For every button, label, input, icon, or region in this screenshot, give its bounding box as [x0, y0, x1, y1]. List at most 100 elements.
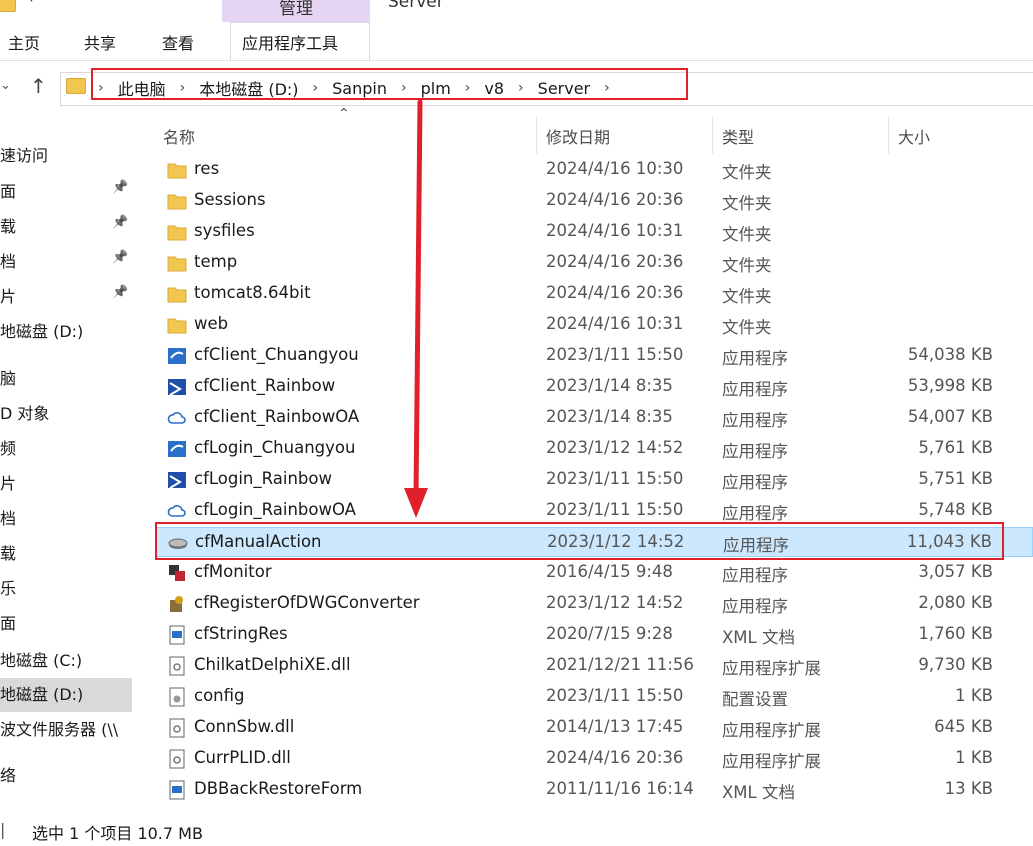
- sidebar-item-label: 地磁盘 (D:): [0, 685, 84, 704]
- file-row[interactable]: DBBackRestoreForm 2011/11/16 16:14 XML 文档 1…: [155, 775, 1033, 805]
- file-type: 文件夹: [722, 256, 772, 275]
- folder-icon: [167, 315, 187, 335]
- sidebar-item-label: 乐: [0, 579, 17, 598]
- file-row[interactable]: cfClient_Rainbow 2023/1/14 8:35 应用程序 53,998…: [155, 372, 1033, 402]
- sidebar-item-label: 载: [0, 217, 17, 236]
- file-type: 应用程序扩展: [722, 752, 821, 771]
- file-row[interactable]: ConnSbw.dll 2014/1/13 17:45 应用程序扩展 645 KB: [155, 713, 1033, 743]
- sidebar-item[interactable]: 频: [0, 435, 16, 459]
- file-name: CurrPLID.dll: [194, 748, 291, 767]
- sidebar-item[interactable]: 载: [0, 213, 16, 237]
- tab-view[interactable]: 查看: [162, 30, 194, 54]
- file-date: 2024/4/16 10:30: [546, 159, 684, 178]
- column-divider[interactable]: [888, 116, 889, 154]
- app-cloud-icon: [167, 408, 187, 428]
- file-type: 应用程序: [722, 349, 788, 368]
- column-header-name[interactable]: 名称: [163, 124, 195, 148]
- file-size: 1 KB: [955, 748, 993, 767]
- file-row[interactable]: cfClient_RainbowOA 2023/1/14 8:35 应用程序 54,0…: [155, 403, 1033, 433]
- file-type: 应用程序: [722, 473, 788, 492]
- file-row[interactable]: config 2023/1/11 15:50 配置设置 1 KB: [155, 682, 1033, 712]
- file-row[interactable]: ChilkatDelphiXE.dll 2021/12/21 11:56 应用程序扩…: [155, 651, 1033, 681]
- sidebar-item-label: D 对象: [0, 404, 50, 423]
- file-date: 2023/1/11 15:50: [546, 686, 684, 705]
- manage-context-label[interactable]: 管理: [222, 0, 370, 19]
- sidebar-item[interactable]: 档: [0, 248, 16, 272]
- file-name: Sessions: [194, 190, 266, 209]
- file-type: 文件夹: [722, 163, 772, 182]
- sidebar-item[interactable]: 面: [0, 610, 16, 634]
- file-row[interactable]: temp 2024/4/16 20:36 文件夹: [155, 248, 1033, 278]
- file-type: 文件夹: [722, 287, 772, 306]
- file-name: tomcat8.64bit: [194, 283, 311, 302]
- file-date: 2024/4/16 10:31: [546, 314, 684, 333]
- sidebar-item[interactable]: 片: [0, 283, 16, 307]
- file-row[interactable]: cfLogin_Chuangyou 2023/1/12 14:52 应用程序 5,76…: [155, 434, 1033, 464]
- tab-home[interactable]: 主页: [8, 30, 40, 54]
- file-size: 645 KB: [934, 717, 993, 736]
- sidebar-item-label: 面: [0, 182, 17, 201]
- file-size: 53,998 KB: [907, 376, 993, 395]
- file-row[interactable]: web 2024/4/16 10:31 文件夹: [155, 310, 1033, 340]
- recent-locations-chevron-icon[interactable]: ⌄: [0, 78, 11, 93]
- file-size: 13 KB: [944, 779, 993, 798]
- column-divider[interactable]: [536, 116, 537, 154]
- file-type: XML 文档: [722, 783, 795, 802]
- sidebar-item-label: 波文件服务器 (\\: [0, 720, 119, 739]
- sort-ascending-icon: ⌃: [338, 106, 350, 122]
- sidebar-item[interactable]: 地磁盘 (D:): [0, 681, 83, 705]
- file-row[interactable]: CurrPLID.dll 2024/4/16 20:36 应用程序扩展 1 KB: [155, 744, 1033, 774]
- file-date: 2024/4/16 20:36: [546, 252, 684, 271]
- file-name: cfClient_Chuangyou: [194, 345, 359, 364]
- sidebar-item[interactable]: 络: [0, 762, 16, 786]
- file-date: 2023/1/12 14:52: [546, 593, 684, 612]
- sidebar-item[interactable]: 面: [0, 178, 16, 202]
- file-name: ChilkatDelphiXE.dll: [194, 655, 351, 674]
- column-header-date[interactable]: 修改日期: [546, 124, 610, 148]
- file-row[interactable]: cfStringRes 2020/7/15 9:28 XML 文档 1,760 KB: [155, 620, 1033, 650]
- file-row[interactable]: Sessions 2024/4/16 20:36 文件夹: [155, 186, 1033, 216]
- pin-icon[interactable]: 📌: [112, 285, 128, 300]
- sidebar-item[interactable]: 速访问: [0, 142, 48, 166]
- file-date: 2014/1/13 17:45: [546, 717, 684, 736]
- file-name: temp: [194, 252, 238, 271]
- sidebar-item[interactable]: 脑: [0, 365, 16, 389]
- window-title: Server: [388, 0, 444, 12]
- file-row[interactable]: res 2024/4/16 10:30 文件夹: [155, 155, 1033, 185]
- ribbon-title-bar: [0, 0, 1033, 22]
- sidebar-item[interactable]: 档: [0, 505, 16, 529]
- file-date: 2020/7/15 9:28: [546, 624, 673, 643]
- file-name: sysfiles: [194, 221, 255, 240]
- column-divider[interactable]: [712, 116, 713, 154]
- pin-icon[interactable]: 📌: [112, 215, 128, 230]
- column-header-type[interactable]: 类型: [722, 124, 754, 148]
- sidebar-item[interactable]: 地磁盘 (C:): [0, 647, 82, 671]
- sidebar-item-label: 片: [0, 287, 17, 306]
- tab-share[interactable]: 共享: [84, 30, 116, 54]
- quick-access-dropdown-icon[interactable]: ▾: [28, 0, 35, 6]
- file-row[interactable]: cfLogin_Rainbow 2023/1/11 15:50 应用程序 5,751 …: [155, 465, 1033, 495]
- file-row[interactable]: tomcat8.64bit 2024/4/16 20:36 文件夹: [155, 279, 1033, 309]
- sidebar-item[interactable]: 载: [0, 540, 16, 564]
- file-row[interactable]: sysfiles 2024/4/16 10:31 文件夹: [155, 217, 1033, 247]
- file-type: 应用程序: [722, 504, 788, 523]
- column-header-size[interactable]: 大小: [898, 124, 930, 148]
- file-date: 2023/1/14 8:35: [546, 376, 673, 395]
- sidebar-item[interactable]: 波文件服务器 (\\: [0, 716, 118, 740]
- sidebar-item[interactable]: 片: [0, 470, 16, 494]
- file-row[interactable]: cfRegisterOfDWGConverter 2023/1/12 14:52 应…: [155, 589, 1033, 619]
- status-divider: |: [0, 820, 6, 839]
- file-type: 配置设置: [722, 690, 788, 709]
- config-icon: [167, 687, 187, 707]
- file-date: 2024/4/16 20:36: [546, 748, 684, 767]
- pin-icon[interactable]: 📌: [112, 250, 128, 265]
- sidebar-item[interactable]: D 对象: [0, 400, 49, 424]
- sidebar-item[interactable]: 地磁盘 (D:): [0, 318, 83, 342]
- file-row[interactable]: cfMonitor 2016/4/15 9:48 应用程序 3,057 KB: [155, 558, 1033, 588]
- up-arrow-icon[interactable]: ↑: [30, 74, 47, 98]
- tab-application-tools[interactable]: 应用程序工具: [242, 30, 338, 54]
- file-row[interactable]: cfClient_Chuangyou 2023/1/11 15:50 应用程序 54,…: [155, 341, 1033, 371]
- quick-access-folder-icon[interactable]: [0, 0, 16, 12]
- pin-icon[interactable]: 📌: [112, 180, 128, 195]
- sidebar-item[interactable]: 乐: [0, 575, 16, 599]
